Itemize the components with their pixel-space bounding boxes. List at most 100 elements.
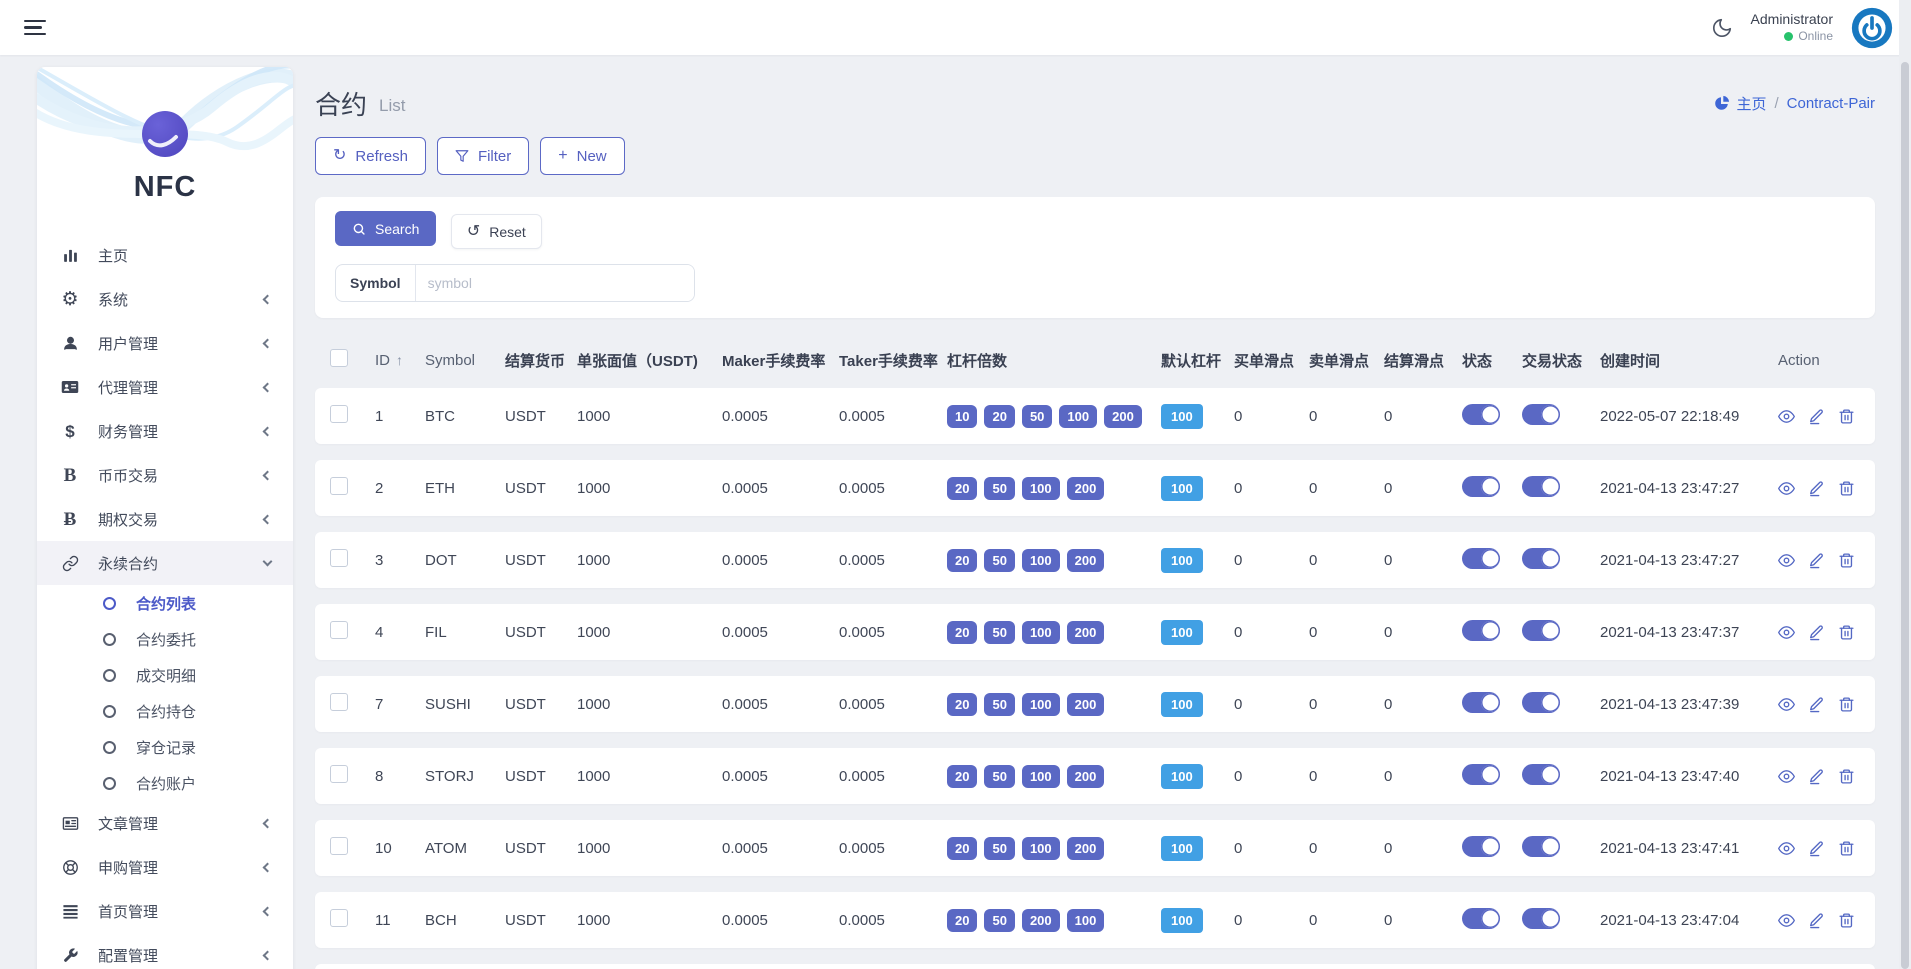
view-button[interactable] [1778, 912, 1795, 929]
leverage-badge[interactable]: 100 [1021, 692, 1060, 716]
leverage-badge[interactable]: 200 [1104, 404, 1142, 428]
status-toggle[interactable] [1462, 619, 1500, 641]
trade-status-toggle[interactable] [1522, 835, 1560, 857]
leverage-badge[interactable]: 100 [1066, 908, 1105, 932]
sidebar-item-article-management[interactable]: 文章管理 [37, 801, 293, 845]
view-button[interactable] [1778, 624, 1795, 641]
leverage-badge[interactable]: 20 [947, 836, 978, 860]
leverage-badge[interactable]: 20 [947, 476, 978, 500]
status-toggle[interactable] [1462, 691, 1500, 713]
default-leverage-badge[interactable]: 100 [1161, 691, 1203, 717]
edit-button[interactable] [1808, 408, 1825, 425]
trade-status-toggle[interactable] [1522, 403, 1560, 425]
leverage-badge[interactable]: 20 [947, 908, 978, 932]
view-button[interactable] [1778, 840, 1795, 857]
leverage-badge[interactable]: 50 [984, 692, 1015, 716]
delete-button[interactable] [1838, 912, 1855, 929]
row-checkbox[interactable] [330, 549, 348, 567]
status-toggle[interactable] [1462, 835, 1500, 857]
sidebar-item-option-trade[interactable]: Ƀ 期权交易 [37, 497, 293, 541]
sidebar-subitem-trade-details[interactable]: 成交明细 [37, 657, 293, 693]
edit-button[interactable] [1808, 840, 1825, 857]
delete-button[interactable] [1838, 696, 1855, 713]
leverage-badge[interactable]: 100 [1021, 476, 1060, 500]
sidebar-item-homepage-management[interactable]: 首页管理 [37, 889, 293, 933]
row-checkbox[interactable] [330, 693, 348, 711]
page-scrollbar-thumb[interactable] [1901, 62, 1909, 969]
leverage-badge[interactable]: 200 [1066, 620, 1105, 644]
dark-mode-icon[interactable] [1711, 17, 1733, 39]
delete-button[interactable] [1838, 480, 1855, 497]
row-checkbox[interactable] [330, 405, 348, 423]
status-toggle[interactable] [1462, 907, 1500, 929]
leverage-badge[interactable]: 50 [984, 836, 1015, 860]
sidebar-item-user-management[interactable]: 用户管理 [37, 321, 293, 365]
edit-button[interactable] [1808, 768, 1825, 785]
leverage-badge[interactable]: 100 [1059, 404, 1098, 428]
leverage-badge[interactable]: 50 [984, 476, 1015, 500]
leverage-badge[interactable]: 50 [984, 548, 1015, 572]
view-button[interactable] [1778, 552, 1795, 569]
leverage-badge[interactable]: 100 [1021, 548, 1060, 572]
leverage-badge[interactable]: 200 [1066, 692, 1105, 716]
sidebar-item-system[interactable]: ⚙ 系统 [37, 277, 293, 321]
row-checkbox[interactable] [330, 477, 348, 495]
trade-status-toggle[interactable] [1522, 907, 1560, 929]
sidebar-item-perpetual-contract[interactable]: 永续合约 [37, 541, 293, 585]
leverage-badge[interactable]: 20 [947, 548, 978, 572]
leverage-badge[interactable]: 20 [947, 692, 978, 716]
delete-button[interactable] [1838, 552, 1855, 569]
status-toggle[interactable] [1462, 403, 1500, 425]
leverage-badge[interactable]: 200 [1021, 908, 1060, 932]
new-button[interactable]: + New [540, 137, 625, 175]
sidebar-item-spot-trade[interactable]: B 币币交易 [37, 453, 293, 497]
leverage-badge[interactable]: 200 [1066, 476, 1105, 500]
sort-asc-icon[interactable]: ↑ [396, 352, 403, 368]
edit-button[interactable] [1808, 696, 1825, 713]
leverage-badge[interactable]: 50 [984, 620, 1015, 644]
edit-button[interactable] [1808, 912, 1825, 929]
edit-button[interactable] [1808, 624, 1825, 641]
leverage-badge[interactable]: 20 [947, 764, 978, 788]
menu-toggle-icon[interactable] [24, 16, 46, 40]
default-leverage-badge[interactable]: 100 [1161, 763, 1203, 789]
sidebar-item-finance-management[interactable]: $ 财务管理 [37, 409, 293, 453]
refresh-button[interactable]: ↻ Refresh [315, 137, 426, 175]
sidebar-subitem-contract-orders[interactable]: 合约委托 [37, 621, 293, 657]
leverage-badge[interactable]: 200 [1066, 836, 1105, 860]
row-checkbox[interactable] [330, 765, 348, 783]
view-button[interactable] [1778, 768, 1795, 785]
avatar[interactable] [1851, 7, 1893, 49]
edit-button[interactable] [1808, 552, 1825, 569]
default-leverage-badge[interactable]: 100 [1161, 907, 1203, 933]
default-leverage-badge[interactable]: 100 [1161, 547, 1203, 573]
default-leverage-badge[interactable]: 100 [1161, 475, 1203, 501]
row-checkbox[interactable] [330, 837, 348, 855]
breadcrumb-home-link[interactable]: 主页 [1714, 93, 1766, 114]
view-button[interactable] [1778, 696, 1795, 713]
leverage-badge[interactable]: 20 [947, 620, 978, 644]
leverage-badge[interactable]: 50 [984, 908, 1015, 932]
status-toggle[interactable] [1462, 547, 1500, 569]
default-leverage-badge[interactable]: 100 [1161, 835, 1203, 861]
sidebar-item-subscription-management[interactable]: 申购管理 [37, 845, 293, 889]
view-button[interactable] [1778, 408, 1795, 425]
row-checkbox[interactable] [330, 621, 348, 639]
sidebar-item-home[interactable]: 主页 [37, 233, 293, 277]
sidebar-subitem-liquidation-records[interactable]: 穿仓记录 [37, 729, 293, 765]
edit-button[interactable] [1808, 480, 1825, 497]
trade-status-toggle[interactable] [1522, 475, 1560, 497]
reset-button[interactable]: ↺ Reset [450, 214, 542, 249]
sidebar-subitem-contract-accounts[interactable]: 合约账户 [37, 765, 293, 801]
leverage-badge[interactable]: 10 [947, 404, 978, 428]
symbol-input[interactable] [415, 265, 694, 301]
leverage-badge[interactable]: 20 [984, 404, 1015, 428]
filter-button[interactable]: Filter [436, 137, 530, 175]
trade-status-toggle[interactable] [1522, 763, 1560, 785]
sidebar-subitem-contract-positions[interactable]: 合约持仓 [37, 693, 293, 729]
leverage-badge[interactable]: 200 [1066, 548, 1105, 572]
row-checkbox[interactable] [330, 909, 348, 927]
trade-status-toggle[interactable] [1522, 619, 1560, 641]
sidebar-subitem-contract-list[interactable]: 合约列表 [37, 585, 293, 621]
trade-status-toggle[interactable] [1522, 547, 1560, 569]
